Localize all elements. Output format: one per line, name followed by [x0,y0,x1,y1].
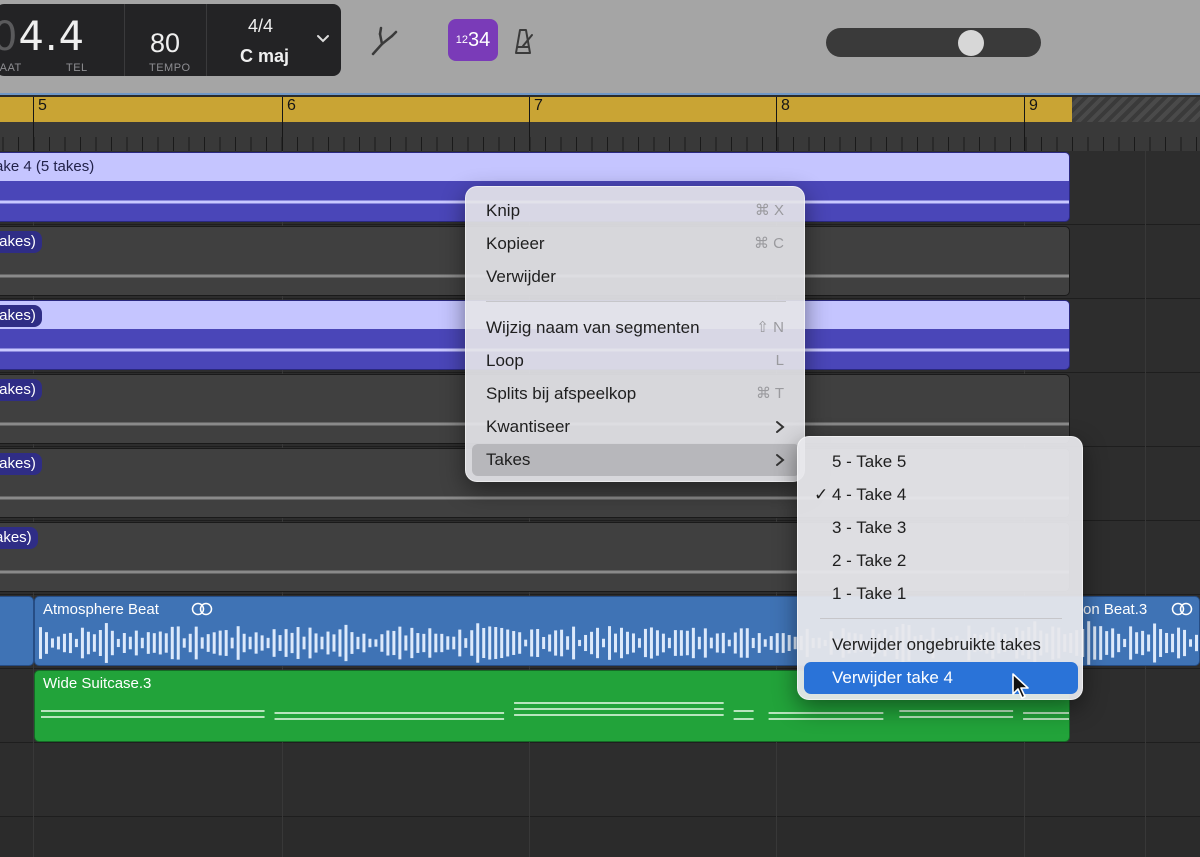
bar-number: 5 [38,97,47,114]
menu-separator [820,618,1062,619]
mouse-pointer-icon [1012,673,1029,699]
chevron-right-icon [776,421,785,433]
bar-number: 7 [534,97,543,114]
submenu-item-take-4[interactable]: ✓ 4 - Take 4 [804,479,1078,511]
cycle-area-hatched [1072,97,1200,122]
take-badge: akes) [0,527,38,549]
menu-item-cut[interactable]: Knip ⌘ X [472,195,800,227]
lcd-tempo-label: TEMPO [149,62,191,74]
region-label: Atmosphere Beat [43,601,159,618]
chevron-right-icon [776,454,785,466]
menu-separator [486,301,786,302]
context-menu: Knip ⌘ X Kopieer ⌘ C Verwijder Wijzig naam… [465,186,805,482]
lcd-display[interactable]: 04.4 MAAT TEL 80 TEMPO 4/4 C maj [0,4,341,76]
region-label: Wide Suitcase.3 [43,675,152,692]
menu-item-takes[interactable]: Takes [472,444,800,476]
submenu-item-take-2[interactable]: 2 - Take 2 [804,545,1078,577]
loop-icon [1171,602,1193,616]
submenu-item-take-1[interactable]: 1 - Take 1 [804,578,1078,610]
midi-notes [40,702,1069,720]
audio-region[interactable] [0,596,34,666]
count-in-button[interactable]: 1234 [448,19,498,61]
menu-item-copy[interactable]: Kopieer ⌘ C [472,228,800,260]
take-badge: takes) [0,305,42,327]
tuner-fork-icon[interactable] [366,24,400,58]
timeline-ruler[interactable]: 5 6 7 8 9 [0,97,1200,151]
lcd-tempo[interactable]: 80 [150,28,180,59]
bar-number: 6 [287,97,296,114]
submenu-item-delete-take[interactable]: Verwijder take 4 [804,662,1078,694]
submenu-item-take-3[interactable]: 3 - Take 3 [804,512,1078,544]
bar-number: 8 [781,97,790,114]
take-badge: takes) [0,379,42,401]
takes-submenu: 5 - Take 5 ✓ 4 - Take 4 3 - Take 3 2 - Ta… [797,436,1083,700]
menu-item-split-at-playhead[interactable]: Splits bij afspeelkop ⌘ T [472,378,800,410]
lcd-position: 04.4 [0,14,86,60]
lcd-bar-label: MAAT [0,62,22,74]
master-volume-knob[interactable] [958,30,984,56]
lcd-time-signature[interactable]: 4/4 [248,16,273,37]
checkmark-icon: ✓ [814,485,829,504]
menu-item-delete[interactable]: Verwijder [472,261,800,293]
take-badge: takes) [0,453,42,475]
bar-number: 9 [1029,97,1038,114]
master-volume-slider[interactable] [826,28,1041,57]
menu-item-rename-regions[interactable]: Wijzig naam van segmenten ⇧ N [472,312,800,344]
take-folder-title: ake 4 (5 takes) [0,158,95,175]
lcd-beat-label: TEL [66,62,88,74]
loop-icon [191,602,213,616]
lcd-key[interactable]: C maj [240,46,289,67]
metronome-icon[interactable] [508,26,538,56]
submenu-item-take-5[interactable]: 5 - Take 5 [804,446,1078,478]
region-label: on Beat.3 [1083,601,1148,618]
menu-item-loop[interactable]: Loop L [472,345,800,377]
control-bar: 04.4 MAAT TEL 80 TEMPO 4/4 C maj 1234 [0,0,1200,95]
ruler-ticks [2,137,1197,151]
submenu-item-delete-unused-takes[interactable]: Verwijder ongebruikte takes [804,629,1078,661]
menu-item-quantize[interactable]: Kwantiseer [472,411,800,443]
chevron-down-icon[interactable] [314,30,332,48]
take-badge: takes) [0,231,42,253]
